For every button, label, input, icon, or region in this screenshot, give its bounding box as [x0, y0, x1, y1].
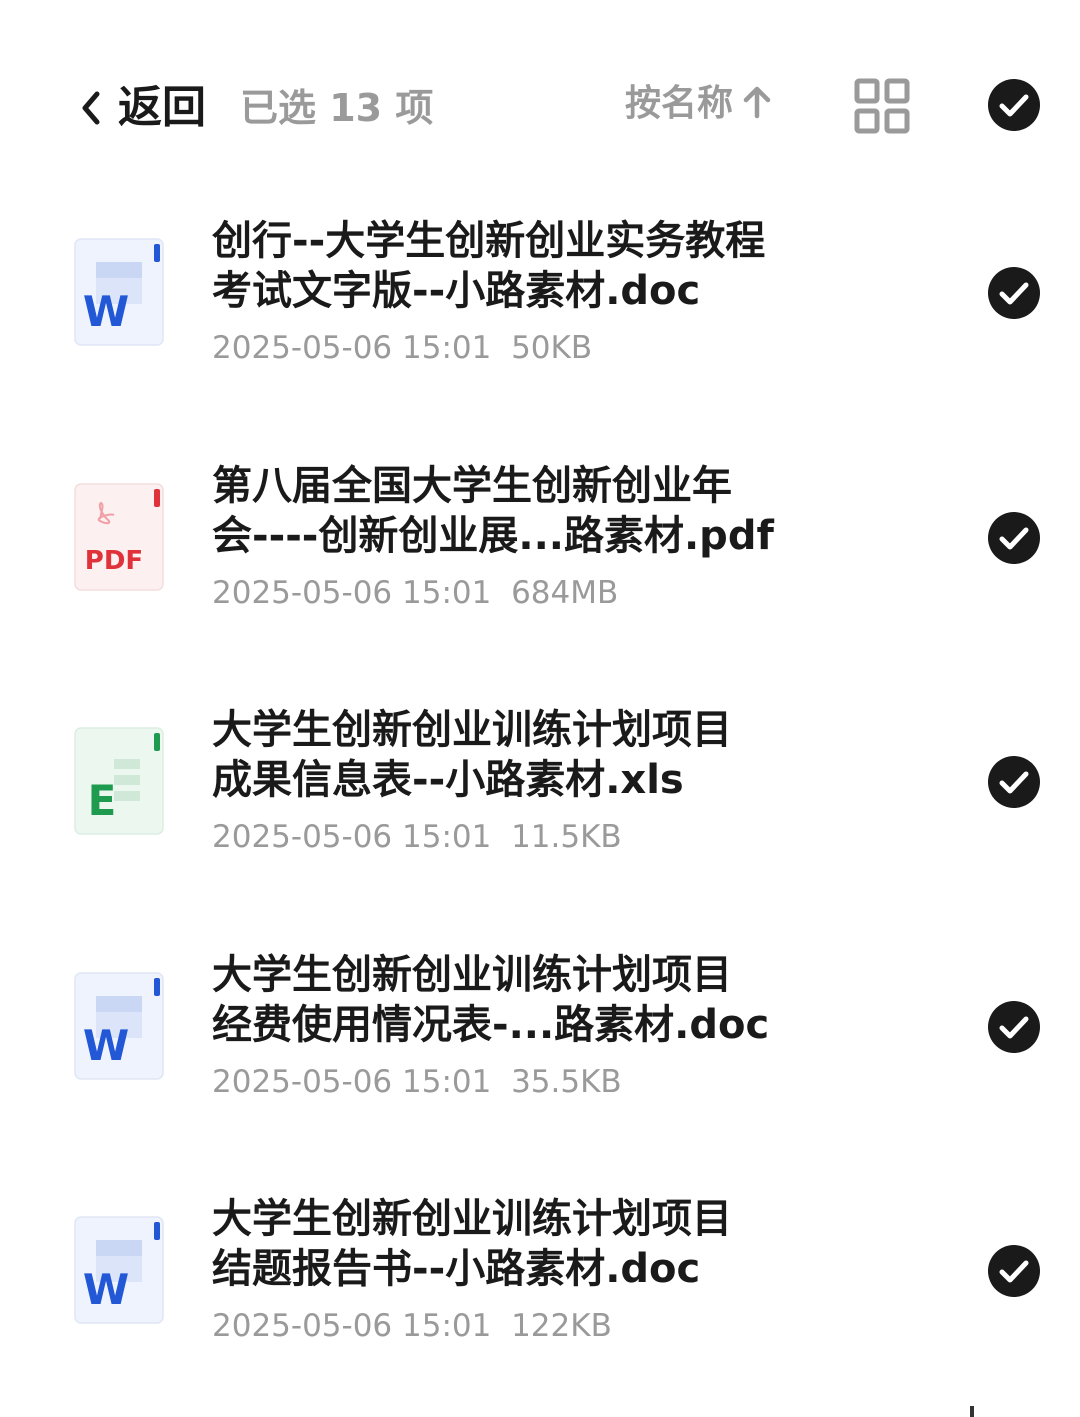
file-list: W 创行--大学生创新创业实务教程 考试文字版--小路素材.doc 2025-0…: [0, 190, 1080, 1413]
arrow-up-icon: [743, 84, 771, 124]
select-all-check-icon[interactable]: [987, 78, 1041, 132]
file-size: 684MB: [511, 574, 619, 611]
scroll-indicator[interactable]: [970, 1406, 974, 1417]
file-selected-check-icon[interactable]: [987, 266, 1041, 320]
file-meta: 2025-05-06 15:01 11.5KB: [212, 817, 622, 857]
file-selected-check-icon[interactable]: [987, 1000, 1041, 1054]
file-date: 2025-05-06 15:01: [212, 574, 492, 611]
file-size: 122KB: [511, 1308, 612, 1344]
word-file-icon: W: [74, 971, 164, 1080]
file-icon-letter: PDF: [85, 546, 143, 576]
back-button[interactable]: 返回: [80, 80, 206, 136]
chevron-left-icon: [80, 90, 102, 126]
sort-by-name-button[interactable]: 按名称: [625, 76, 771, 132]
file-meta: 2025-05-06 15:01 50KB: [212, 328, 592, 368]
grid-view-icon[interactable]: [854, 78, 910, 134]
file-name: 大学生创新创业训练计划项目 经费使用情况表-...路素材.doc: [212, 951, 770, 1048]
file-selected-check-icon[interactable]: [987, 511, 1041, 565]
file-selected-check-icon[interactable]: [987, 1244, 1041, 1298]
file-selected-check-icon[interactable]: [987, 755, 1041, 809]
file-date: 2025-05-06 15:01: [212, 819, 492, 855]
file-row[interactable]: W 大学生创新创业训练计划项目 结题报告书--小路素材.doc 2025-05-…: [0, 1168, 1080, 1413]
file-name: 第八届全国大学生创新创业年 会----创新创业展...路素材.pdf: [212, 462, 774, 559]
top-toolbar: 返回 已选 13 项 按名称: [0, 60, 1080, 156]
file-meta: 2025-05-06 15:01 35.5KB: [212, 1062, 622, 1102]
file-size: 35.5KB: [511, 1063, 622, 1100]
file-meta: 2025-05-06 15:01 122KB: [212, 1306, 612, 1346]
selected-count-label: 已选 13 项: [240, 86, 434, 130]
file-icon-letter: W: [83, 287, 129, 336]
file-icon-letter: E: [88, 776, 117, 825]
word-file-icon: W: [74, 238, 164, 346]
file-size: 11.5KB: [511, 819, 622, 855]
file-row[interactable]: PDF 第八届全国大学生创新创业年 会----创新创业展...路素材.pdf 2…: [0, 435, 1080, 680]
file-date: 2025-05-06 15:01: [212, 1308, 492, 1344]
file-name: 创行--大学生创新创业实务教程 考试文字版--小路素材.doc: [212, 218, 766, 314]
file-date: 2025-05-06 15:01: [212, 1063, 492, 1100]
pdf-file-icon: PDF: [74, 482, 164, 591]
file-icon-letter: W: [83, 1265, 129, 1314]
back-label: 返回: [118, 82, 206, 133]
file-name: 大学生创新创业训练计划项目 结题报告书--小路素材.doc: [212, 1196, 732, 1292]
word-file-icon: W: [74, 1216, 164, 1324]
sort-label: 按名称: [625, 83, 734, 124]
file-date: 2025-05-06 15:01: [212, 330, 492, 366]
file-meta: 2025-05-06 15:01 684MB: [212, 573, 618, 613]
file-size: 50KB: [511, 330, 593, 366]
file-row[interactable]: E 大学生创新创业训练计划项目 成果信息表--小路素材.xls 2025-05-…: [0, 679, 1080, 924]
excel-file-icon: E: [74, 727, 164, 835]
file-row[interactable]: W 创行--大学生创新创业实务教程 考试文字版--小路素材.doc 2025-0…: [0, 190, 1080, 435]
file-icon-letter: W: [83, 1021, 129, 1070]
file-name: 大学生创新创业训练计划项目 成果信息表--小路素材.xls: [212, 707, 732, 803]
file-row[interactable]: W 大学生创新创业训练计划项目 经费使用情况表-...路素材.doc 2025-…: [0, 924, 1080, 1169]
